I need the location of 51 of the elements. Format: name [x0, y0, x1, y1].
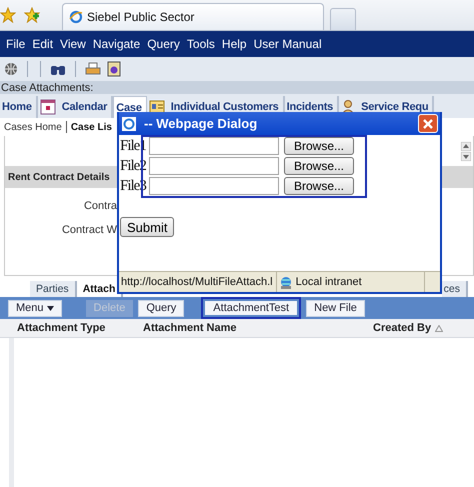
close-icon[interactable] — [423, 118, 433, 128]
report-icon[interactable] — [107, 61, 121, 77]
menu-item[interactable]: Help — [220, 37, 252, 51]
toolbar-button[interactable]: New File — [306, 300, 365, 316]
close-button[interactable] — [418, 114, 438, 133]
submit-button[interactable]: Submit — [120, 217, 174, 237]
browser-logo-icon[interactable] — [122, 116, 136, 130]
browser-tab[interactable]: Siebel Public Sector — [62, 3, 324, 30]
calendar-icon[interactable] — [40, 99, 56, 115]
menu-item[interactable]: Edit — [30, 37, 58, 51]
column-header[interactable]: Attachment Type — [14, 322, 140, 334]
field-label: Contra — [84, 200, 117, 214]
breadcrumb-link[interactable]: Cases Home — [4, 122, 62, 132]
browser-logo-icon[interactable] — [69, 10, 83, 24]
menu-item[interactable]: Query — [145, 37, 185, 51]
menu-item[interactable]: View — [58, 37, 91, 51]
breadcrumb-link[interactable]: Case Lis — [70, 122, 112, 132]
globe-icon[interactable] — [4, 62, 18, 76]
column-header[interactable]: Attachment Name — [140, 322, 370, 334]
sort-icon[interactable] — [435, 324, 444, 332]
file-path-field[interactable] — [149, 177, 279, 195]
scroll-up-icon[interactable] — [461, 142, 471, 150]
dialog-title-bar: -- Webpage Dialog — [119, 112, 440, 135]
scroll-down-icon[interactable] — [461, 152, 471, 160]
menu-item[interactable]: Navigate — [90, 37, 146, 51]
browse-button[interactable]: Browse... — [284, 177, 354, 195]
star-icon[interactable] — [0, 7, 16, 23]
page-caption: Case Attachments: — [1, 82, 94, 94]
toolbar-button[interactable]: Query — [138, 300, 184, 316]
browse-button[interactable]: Browse... — [284, 137, 354, 155]
security-zone: Local intranet — [296, 276, 362, 288]
menu-button[interactable]: Menu — [8, 300, 62, 316]
intranet-globe-icon[interactable] — [278, 276, 293, 288]
column-header[interactable]: Created By — [370, 322, 474, 334]
menu-item[interactable]: Tools — [184, 37, 220, 51]
add-favorite-icon[interactable] — [24, 7, 40, 23]
file-path-field[interactable] — [149, 157, 279, 175]
contact-card-icon[interactable] — [148, 100, 165, 114]
screen-tab[interactable]: Home — [0, 96, 38, 118]
field-label: Contract W — [62, 224, 117, 238]
caret-icon[interactable] — [46, 306, 54, 310]
file-path-field[interactable] — [149, 137, 279, 155]
print-icon[interactable] — [85, 62, 101, 76]
list-tab[interactable]: ces — [442, 281, 468, 297]
list-tab[interactable]: Parties — [30, 281, 77, 297]
status-url: http://localhost/MultiFileAttach.l — [119, 272, 277, 292]
menu-item[interactable]: User Manual — [252, 37, 327, 51]
browse-button[interactable]: Browse... — [284, 157, 354, 175]
menu-item[interactable]: File — [4, 37, 30, 51]
screen-tab[interactable]: Calendar — [38, 96, 114, 118]
toolbar-button[interactable]: AttachmentTest — [201, 297, 302, 319]
